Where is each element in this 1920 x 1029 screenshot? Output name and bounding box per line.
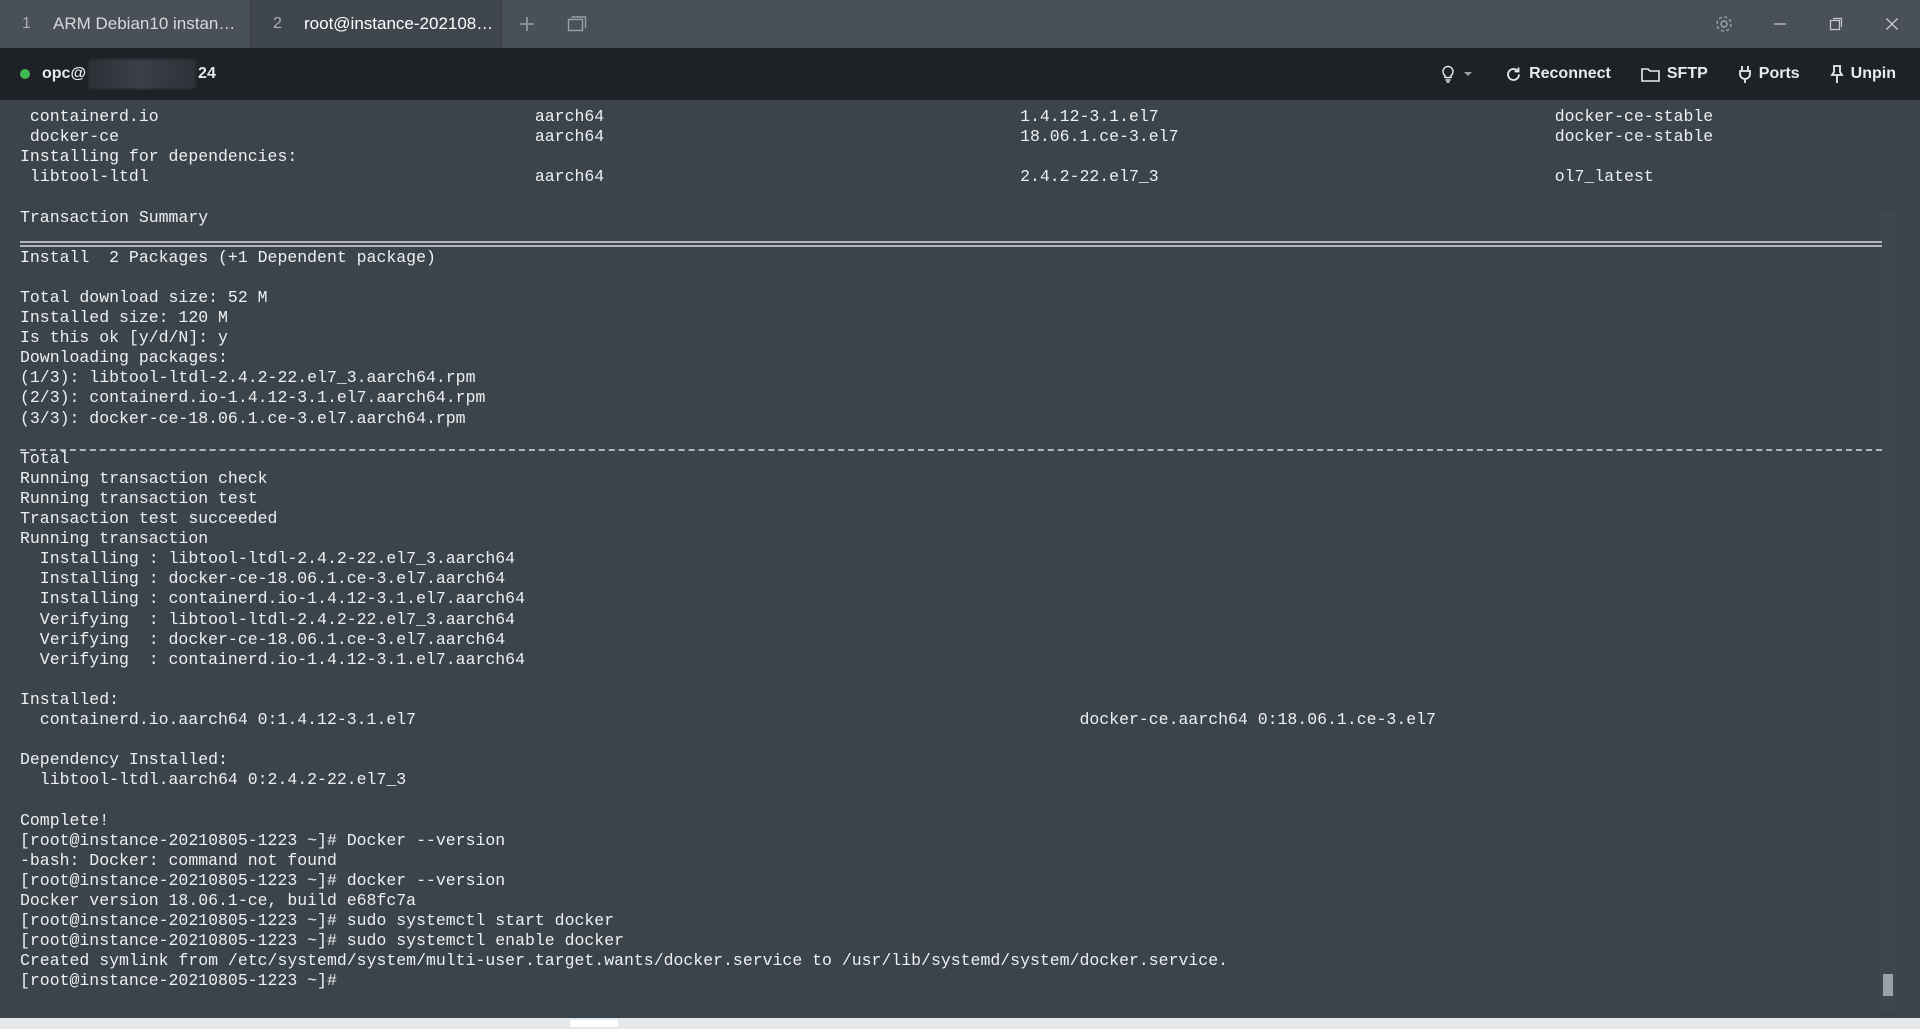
terminal-line: Complete!	[20, 810, 110, 830]
tabbar-spacer	[602, 0, 1696, 48]
separator-dashes	[20, 449, 1882, 451]
connection-status-icon	[20, 69, 30, 79]
pin-icon	[1829, 65, 1844, 83]
terminal-line: -bash: Docker: command not found	[20, 850, 337, 870]
sftp-button[interactable]: SFTP	[1641, 65, 1708, 83]
terminal-line: [root@instance-20210805-1223 ~]# sudo sy…	[20, 931, 624, 951]
terminal-line: Downloading packages:	[20, 348, 228, 368]
scrollbar-thumb[interactable]	[1883, 974, 1893, 996]
ports-button[interactable]: Ports	[1738, 65, 1800, 83]
terminal-output[interactable]: containerd.io aarch64 1.4.12-3.1.el7 doc…	[0, 100, 1920, 1018]
terminal-line: Created symlink from /etc/systemd/system…	[20, 951, 1228, 971]
terminal-line: Running transaction	[20, 529, 209, 549]
terminal-line: Docker version 18.06.1-ce, build e68fc7a	[20, 890, 417, 910]
terminal-line: Running transaction test	[20, 488, 258, 508]
bottom-strip	[0, 1018, 1920, 1029]
chevron-down-icon	[1464, 72, 1473, 76]
terminal-line: docker-ce aarch64 18.06.1.ce-3.el7 docke…	[29, 127, 1714, 147]
terminal-line: Installing : containerd.io-1.4.12-3.1.el…	[39, 589, 525, 609]
terminal-line: containerd.io aarch64 1.4.12-3.1.el7 doc…	[29, 107, 1714, 126]
terminal-line: (2/3): containerd.io-1.4.12-3.1.el7.aarc…	[20, 388, 486, 408]
lightbulb-icon	[1442, 65, 1454, 83]
terminal-line: Is this ok [y/d/N]: y	[20, 328, 228, 348]
terminal-line: Verifying : docker-ce-18.06.1.ce-3.el7.a…	[39, 629, 506, 649]
terminal-line: Verifying : libtool-ltdl-2.4.2-22.el7_3.…	[39, 609, 516, 629]
tab-title: root@instance-202108…	[304, 14, 494, 33]
terminal-line: Installing : libtool-ltdl-2.4.2-22.el7_3…	[39, 549, 516, 569]
terminal-line: libtool-ltdl aarch64 2.4.2-22.el7_3 ol7_…	[29, 167, 1654, 187]
minimize-icon	[1774, 23, 1786, 25]
settings-button[interactable]	[1696, 0, 1752, 48]
terminal-line: [root@instance-20210805-1223 ~]# sudo sy…	[20, 911, 615, 930]
terminal-line: Total download size: 52 M	[20, 287, 268, 307]
host-label: opc@ 24	[42, 59, 216, 89]
new-tab-button[interactable]	[502, 0, 552, 48]
terminal-line: Transaction test succeeded	[20, 509, 278, 528]
sftp-label: SFTP	[1666, 65, 1708, 82]
plug-icon	[1738, 66, 1751, 83]
terminal-line: Install 2 Packages (+1 Dependent package…	[20, 247, 436, 267]
host-user: opc@	[42, 65, 87, 83]
terminal-line: Verifying : containerd.io-1.4.12-3.1.el7…	[39, 649, 525, 669]
unpin-label: Unpin	[1850, 65, 1896, 82]
terminal-line: Installed:	[20, 689, 120, 709]
maximize-button[interactable]	[1808, 0, 1864, 48]
reconnect-label: Reconnect	[1529, 65, 1611, 82]
tab-number: 1	[22, 15, 31, 32]
tab-number: 2	[273, 15, 282, 32]
close-icon	[1886, 18, 1898, 30]
minimize-button[interactable]	[1752, 0, 1808, 48]
hint-button[interactable]	[1440, 65, 1473, 83]
terminal-line: Total 25 MB/s	[20, 448, 70, 468]
tab-overview-button[interactable]	[552, 0, 602, 48]
terminal-line: Installed size: 120 M	[20, 308, 228, 327]
terminal-line: Installing for dependencies:	[20, 147, 298, 167]
terminal-line: [root@instance-20210805-1223 ~]# docker …	[20, 870, 506, 890]
close-button[interactable]	[1864, 0, 1920, 48]
terminal-line: Running transaction check	[20, 468, 268, 488]
terminal-line: Transaction Summary	[20, 207, 209, 227]
separator-equals	[20, 241, 1882, 247]
ports-label: Ports	[1758, 65, 1800, 82]
terminal-line: [root@instance-20210805-1223 ~]#	[20, 971, 347, 991]
terminal-line: (3/3): docker-ce-18.06.1.ce-3.el7.aarch6…	[20, 408, 466, 428]
tab-root-instance[interactable]: 2 root@instance-202108…	[251, 0, 502, 48]
reconnect-button[interactable]: Reconnect	[1505, 65, 1611, 83]
windows-icon	[567, 16, 587, 32]
refresh-icon	[1507, 67, 1520, 81]
terminal-line: (1/3): libtool-ltdl-2.4.2-22.el7_3.aarch…	[20, 368, 476, 388]
restore-icon	[1829, 17, 1843, 31]
terminal-line: [root@instance-20210805-1223 ~]# Docker …	[20, 830, 506, 850]
tab-bar: 1 ARM Debian10 instanc… 2 root@instance-…	[0, 0, 1920, 48]
host-suffix: 24	[198, 65, 216, 83]
tab-arm-debian10[interactable]: 1 ARM Debian10 instanc…	[0, 0, 251, 48]
session-toolbar: opc@ 24 Reconnect SFTP Ports Unpin	[0, 48, 1920, 100]
gear-icon	[1716, 16, 1732, 32]
terminal-line: Dependency Installed:	[20, 750, 228, 770]
folder-icon	[1641, 67, 1660, 82]
host-redaction	[88, 59, 197, 89]
terminal-line: libtool-ltdl.aarch64 0:2.4.2-22.el7_3	[20, 770, 407, 790]
bottom-handle	[570, 1020, 618, 1027]
unpin-button[interactable]: Unpin	[1829, 65, 1896, 83]
tab-title: ARM Debian10 instanc…	[53, 14, 243, 33]
terminal-line: Installing : docker-ce-18.06.1.ce-3.el7.…	[39, 569, 506, 589]
terminal-line: containerd.io.aarch64 0:1.4.12-3.1.el7 d…	[20, 710, 1436, 729]
plus-icon	[520, 17, 534, 31]
